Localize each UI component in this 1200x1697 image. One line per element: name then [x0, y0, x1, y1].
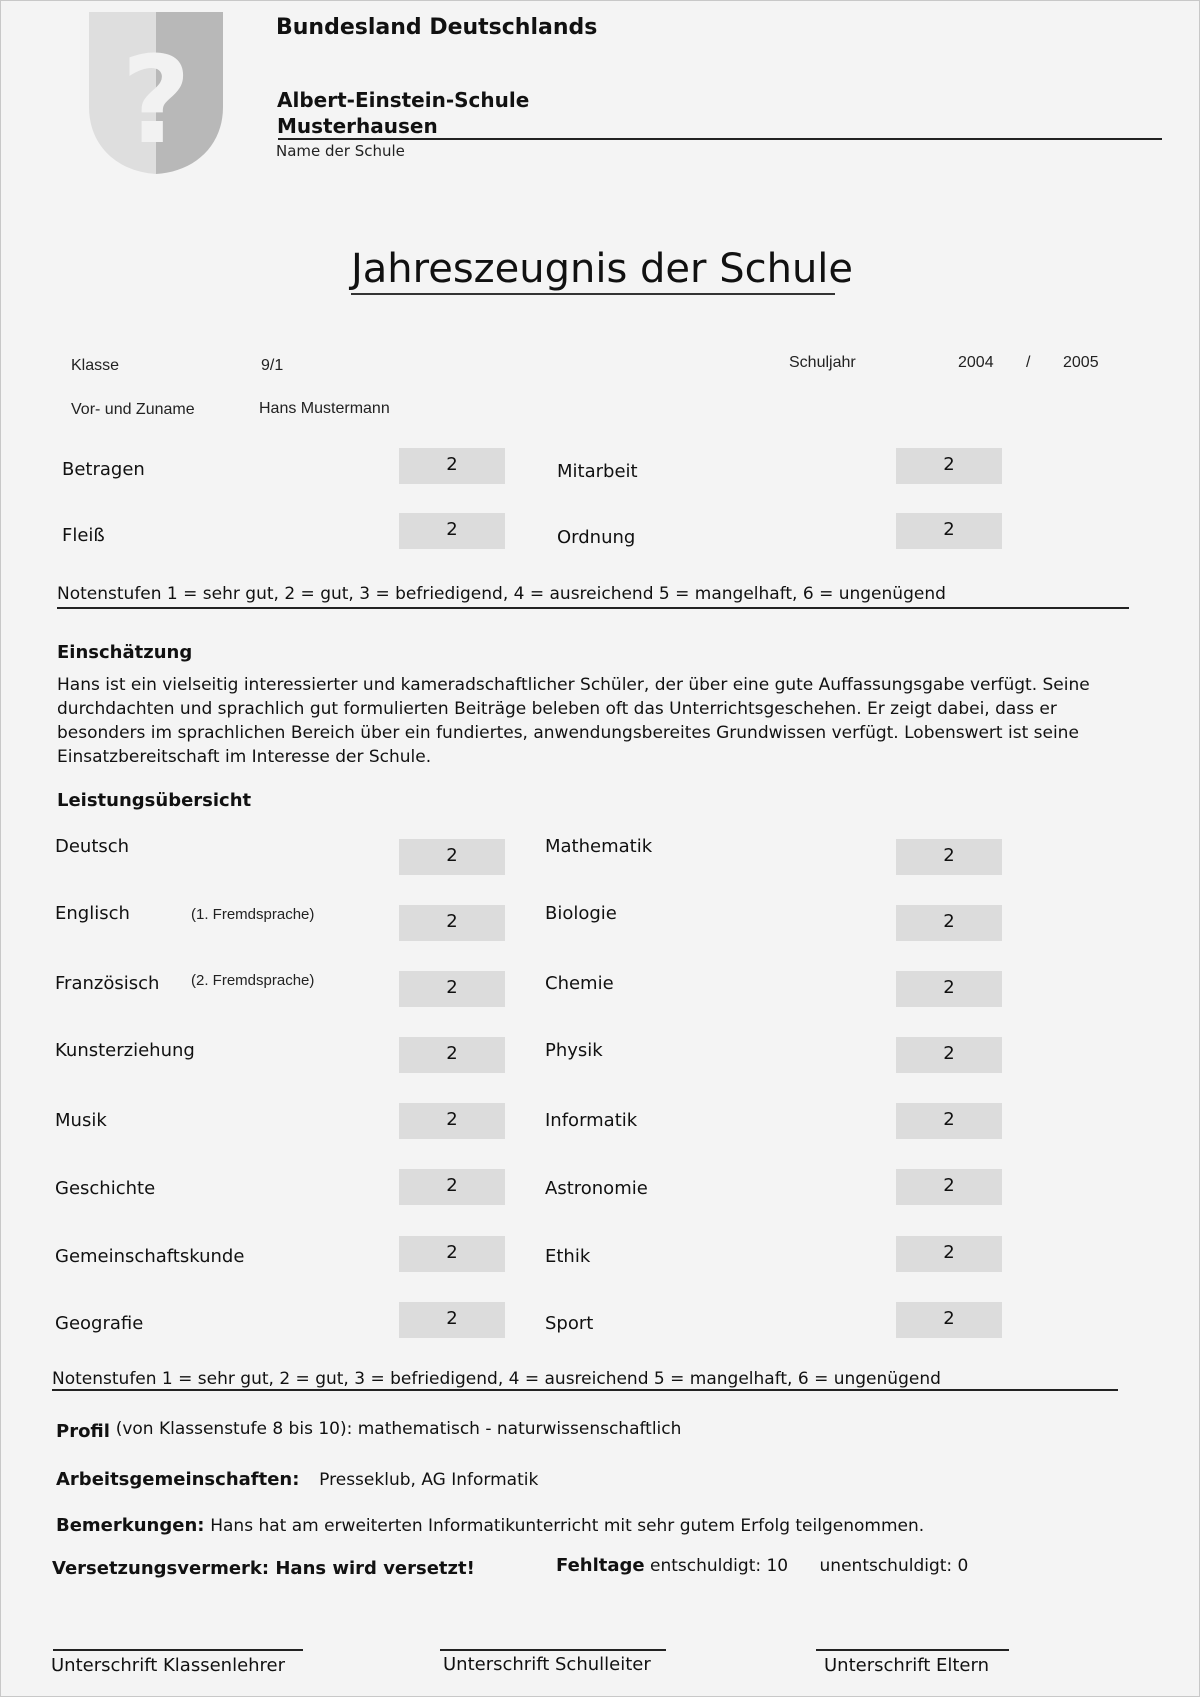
- school-name-line2: Musterhausen: [277, 114, 438, 138]
- subject-grade[interactable]: 2: [896, 1037, 1002, 1073]
- grade-scale-underline: [57, 607, 1129, 609]
- subject-grade[interactable]: 2: [399, 1302, 505, 1338]
- school-name-caption: Name der Schule: [276, 142, 405, 160]
- absence-unexcused: unentschuldigt: 0: [819, 1556, 969, 1576]
- class-label: Klasse: [71, 357, 120, 374]
- performance-heading: Leistungsübersicht: [57, 790, 252, 811]
- subject-grade[interactable]: 2: [399, 971, 505, 1007]
- subject-label: Sport: [545, 1313, 594, 1334]
- subject-grade[interactable]: 2: [896, 971, 1002, 1007]
- subject-grade[interactable]: 2: [896, 1169, 1002, 1205]
- subject-label: Kunsterziehung: [55, 1040, 195, 1061]
- subject-grade[interactable]: 2: [399, 905, 505, 941]
- state-heading: Bundesland Deutschlands: [276, 15, 598, 40]
- conduct-grade-mitarbeit[interactable]: 2: [896, 448, 1002, 484]
- subject-grade[interactable]: 2: [896, 1302, 1002, 1338]
- subject-label: Astronomie: [545, 1178, 648, 1199]
- subject-label: Mathematik: [545, 836, 653, 857]
- profile-value: (von Klassenstufe 8 bis 10): mathematisc…: [115, 1419, 682, 1439]
- school-name-underline: [278, 138, 1162, 140]
- assessment-text: Hans ist ein vielseitig interessierter u…: [57, 675, 1090, 767]
- school-year-separator: /: [1026, 354, 1031, 371]
- svg-text:?: ?: [121, 32, 191, 171]
- conduct-grade-fleiss[interactable]: 2: [399, 513, 505, 549]
- subject-label: Geschichte: [55, 1178, 156, 1199]
- subject-label: Musik: [55, 1110, 107, 1131]
- signature-line-teacher: [53, 1649, 303, 1651]
- subject-label: Biologie: [545, 903, 617, 924]
- subject-grade[interactable]: 2: [399, 1037, 505, 1073]
- conduct-label-ordnung: Ordnung: [557, 527, 636, 548]
- remarks-label: Bemerkungen:: [56, 1515, 205, 1536]
- subject-label: Deutsch: [55, 836, 130, 857]
- subject-label: Englisch: [55, 903, 130, 924]
- subject-label: Physik: [545, 1040, 603, 1061]
- page-title: Jahreszeugnis der Schule: [351, 246, 854, 292]
- subject-note: (2. Fremdsprache): [191, 972, 315, 989]
- absence-excused: entschuldigt: 10: [650, 1556, 789, 1576]
- conduct-label-betragen: Betragen: [62, 459, 145, 480]
- school-year-to: 2005: [1063, 354, 1099, 371]
- subject-label: Chemie: [545, 973, 614, 994]
- subject-grade[interactable]: 2: [399, 1103, 505, 1139]
- remarks-value: Hans hat am erweiterten Informatikunterr…: [210, 1516, 925, 1536]
- subject-note: (1. Fremdsprache): [191, 906, 315, 923]
- absence-row: Fehltage entschuldigt: 10 unentschuldigt…: [556, 1555, 968, 1576]
- grade-scale-legend-2: Notenstufen 1 = sehr gut, 2 = gut, 3 = b…: [52, 1369, 941, 1389]
- subject-label: Ethik: [545, 1246, 591, 1267]
- clubs-row: Arbeitsgemeinschaften: Presseklub, AG In…: [56, 1469, 538, 1490]
- signature-line-parents: [816, 1649, 1009, 1651]
- conduct-grade-ordnung[interactable]: 2: [896, 513, 1002, 549]
- subject-grade[interactable]: 2: [896, 839, 1002, 875]
- subject-grade[interactable]: 2: [399, 1169, 505, 1205]
- conduct-label-fleiss: Fleiß: [62, 525, 105, 546]
- question-shield-icon: ?: [89, 12, 223, 174]
- report-card-page: ? Bundesland Deutschlands Albert-Einstei…: [0, 0, 1200, 1697]
- subject-label: Informatik: [545, 1110, 638, 1131]
- subject-label: Gemeinschaftskunde: [55, 1246, 245, 1267]
- promotion-note: Versetzungsvermerk: Hans wird versetzt!: [52, 1558, 475, 1579]
- absence-label: Fehltage: [556, 1555, 645, 1576]
- subject-grade[interactable]: 2: [399, 839, 505, 875]
- clubs-value: Presseklub, AG Informatik: [319, 1470, 539, 1490]
- name-value: Hans Mustermann: [259, 400, 390, 417]
- school-name: Albert-Einstein-Schule Musterhausen: [277, 87, 529, 139]
- grade-scale-underline-2: [52, 1389, 1118, 1391]
- school-year-from: 2004: [958, 354, 994, 371]
- subject-label: Französisch: [55, 973, 160, 994]
- subject-grade[interactable]: 2: [896, 1236, 1002, 1272]
- title-underline: [351, 293, 835, 295]
- subject-grade[interactable]: 2: [399, 1236, 505, 1272]
- signature-line-principal: [440, 1649, 666, 1651]
- remarks-row: Bemerkungen: Hans hat am erweiterten Inf…: [56, 1515, 924, 1536]
- clubs-label: Arbeitsgemeinschaften:: [56, 1469, 300, 1490]
- signature-label-teacher: Unterschrift Klassenlehrer: [51, 1655, 286, 1676]
- assessment-heading: Einschätzung: [57, 642, 193, 663]
- subject-grade[interactable]: 2: [896, 1103, 1002, 1139]
- signature-label-parents: Unterschrift Eltern: [824, 1655, 989, 1676]
- conduct-grade-betragen[interactable]: 2: [399, 448, 505, 484]
- class-value: 9/1: [261, 357, 284, 374]
- subject-grade[interactable]: 2: [896, 905, 1002, 941]
- profile-row: Profil (von Klassenstufe 8 bis 10): math…: [56, 1419, 682, 1442]
- profile-label: Profil: [56, 1421, 110, 1442]
- subject-label: Geografie: [55, 1313, 144, 1334]
- signature-label-principal: Unterschrift Schulleiter: [443, 1654, 651, 1675]
- grade-scale-legend: Notenstufen 1 = sehr gut, 2 = gut, 3 = b…: [57, 584, 946, 604]
- school-name-line1: Albert-Einstein-Schule: [277, 88, 530, 112]
- school-year-label: Schuljahr: [789, 354, 856, 371]
- name-label: Vor- und Zuname: [71, 401, 195, 418]
- conduct-label-mitarbeit: Mitarbeit: [557, 461, 638, 482]
